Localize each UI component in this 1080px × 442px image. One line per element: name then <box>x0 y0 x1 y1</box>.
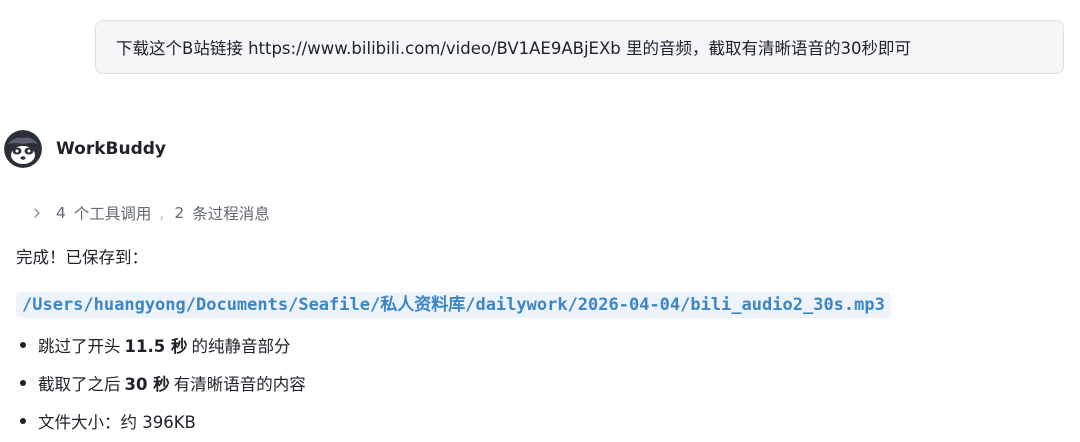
agent-header: WorkBuddy <box>4 130 166 168</box>
bullet-text-bold: 11.5 秒 <box>124 337 188 356</box>
list-item: 跳过了开头 11.5 秒 的纯静音部分 <box>20 326 306 364</box>
completion-message: 完成！已保存到： <box>16 248 148 267</box>
user-message-text: 下载这个B站链接 https://www.bilibili.com/video/… <box>116 39 911 58</box>
list-item: 截取了之后 30 秒 有清晰语音的内容 <box>20 364 306 402</box>
tool-summary-toggle[interactable]: 4 个工具调用 , 2 条过程消息 <box>30 202 270 224</box>
list-item: 文件大小：约 396KB <box>20 402 306 440</box>
file-path-code[interactable]: /Users/huangyong/Documents/Seafile/私人资料库… <box>16 292 891 318</box>
process-count-label: 条过程消息 <box>192 205 270 223</box>
bullet-text-bold: 30 秒 <box>124 375 170 394</box>
raccoon-avatar-icon <box>4 130 42 168</box>
bullet-dot <box>20 380 26 386</box>
bullet-text-pre: 跳过了开头 <box>38 337 121 356</box>
process-count: 2 <box>174 204 185 222</box>
chevron-right-icon <box>30 206 44 220</box>
user-message-bubble: 下载这个B站链接 https://www.bilibili.com/video/… <box>95 20 1064 74</box>
agent-name: WorkBuddy <box>56 139 166 159</box>
bullet-dot <box>20 342 26 348</box>
tool-count-label: 个工具调用 <box>73 205 152 223</box>
bullet-text-post: 有清晰语音的内容 <box>173 375 306 394</box>
bullet-dot <box>20 418 26 424</box>
summary-separator: , <box>159 204 165 222</box>
bullet-text-pre: 文件大小：约 396KB <box>38 413 196 432</box>
result-bullet-list: 跳过了开头 11.5 秒 的纯静音部分 截取了之后 30 秒 有清晰语音的内容 … <box>20 326 306 440</box>
tool-count: 4 <box>56 204 66 222</box>
bullet-text-pre: 截取了之后 <box>38 375 121 394</box>
bullet-text-post: 的纯静音部分 <box>191 337 291 356</box>
